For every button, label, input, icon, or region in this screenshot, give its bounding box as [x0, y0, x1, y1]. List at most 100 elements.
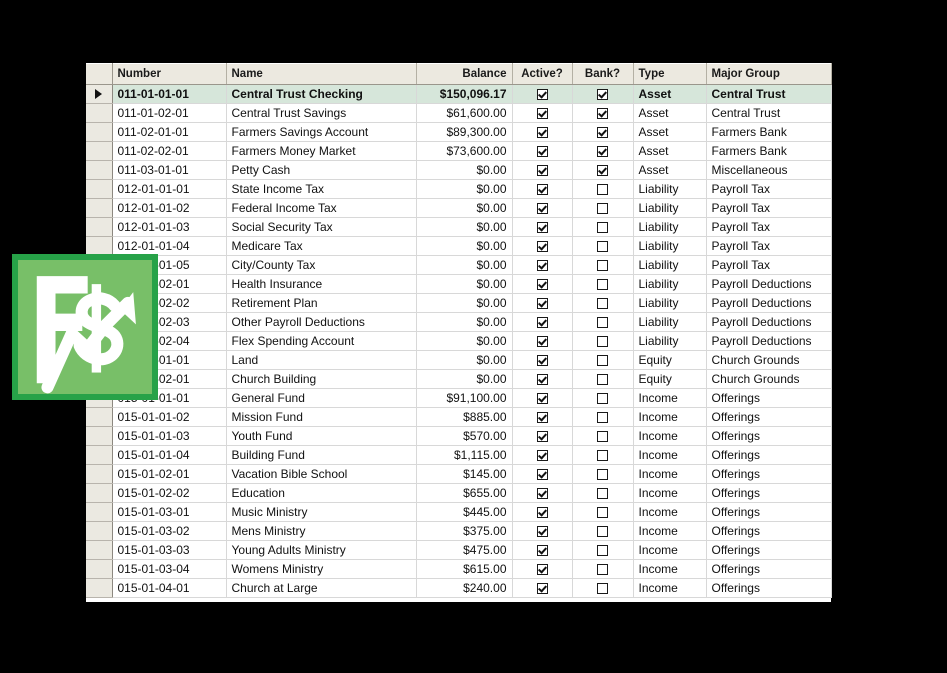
cell-name[interactable]: Federal Income Tax [226, 198, 417, 218]
cell-major-group[interactable]: Central Trust [706, 103, 832, 123]
cell-major-group[interactable]: Payroll Tax [706, 236, 832, 256]
cell-name[interactable]: Young Adults Ministry [226, 540, 417, 560]
cell-type[interactable]: Liability [633, 255, 707, 275]
table-row[interactable]: 015-01-03-02 Mens Ministry $375.00 Income Of… [86, 521, 832, 541]
table-row[interactable]: 015-01-03-01 Music Ministry $445.00 Income O… [86, 502, 832, 522]
cell-type[interactable]: Asset [633, 84, 707, 104]
cell-major-group[interactable]: Offerings [706, 426, 832, 446]
bank-cell[interactable] [572, 160, 634, 180]
cell-number[interactable]: 011-02-01-01 [112, 122, 227, 142]
active-cell[interactable] [512, 217, 573, 237]
bank-cell[interactable] [572, 103, 634, 123]
cell-balance[interactable]: $655.00 [416, 483, 513, 503]
bank-cell[interactable] [572, 141, 634, 161]
bank-checkbox[interactable] [597, 89, 608, 101]
cell-major-group[interactable]: Offerings [706, 559, 832, 579]
cell-number[interactable]: 011-01-01-01 [112, 84, 227, 104]
active-checkbox[interactable] [536, 241, 548, 253]
active-cell[interactable] [512, 293, 573, 313]
bank-cell[interactable] [572, 122, 634, 142]
active-checkbox[interactable] [536, 317, 548, 329]
bank-checkbox[interactable] [597, 564, 608, 576]
cell-type[interactable]: Asset [633, 122, 707, 142]
cell-number[interactable]: 011-01-02-01 [112, 103, 227, 123]
table-row[interactable]: 015-01-01-01General Fund$91,100.00Income… [86, 388, 832, 408]
active-checkbox[interactable] [536, 507, 548, 519]
active-cell[interactable] [512, 103, 573, 123]
active-checkbox[interactable] [536, 374, 548, 386]
bank-cell[interactable] [572, 198, 634, 218]
active-checkbox[interactable] [536, 450, 548, 462]
cell-type[interactable]: Equity [633, 369, 707, 389]
cell-balance[interactable]: $885.00 [416, 407, 513, 427]
cell-name[interactable]: Youth Fund [226, 426, 417, 446]
row-selector-cell[interactable] [86, 521, 113, 541]
cell-type[interactable]: Liability [633, 236, 707, 256]
row-selector-cell[interactable] [86, 502, 113, 522]
cell-major-group[interactable]: Offerings [706, 521, 832, 541]
column-header-name[interactable]: Name [226, 63, 417, 85]
active-cell[interactable] [512, 160, 573, 180]
cell-balance[interactable]: $615.00 [416, 559, 513, 579]
active-checkbox[interactable] [536, 336, 548, 348]
cell-number[interactable]: 015-01-03-04 [112, 559, 227, 579]
active-cell[interactable] [512, 141, 573, 161]
cell-balance[interactable]: $0.00 [416, 350, 513, 370]
cell-name[interactable]: Petty Cash [226, 160, 417, 180]
cell-name[interactable]: Land [226, 350, 417, 370]
column-header-selector[interactable] [86, 63, 113, 85]
cell-balance[interactable]: $445.00 [416, 502, 513, 522]
active-checkbox[interactable] [536, 583, 548, 595]
cell-type[interactable]: Income [633, 521, 707, 541]
row-selector-cell[interactable] [86, 426, 113, 446]
cell-name[interactable]: Other Payroll Deductions [226, 312, 417, 332]
row-selector-cell[interactable] [86, 236, 113, 256]
column-header-number[interactable]: Number [112, 63, 227, 85]
cell-major-group[interactable]: Farmers Bank [706, 141, 832, 161]
cell-major-group[interactable]: Offerings [706, 540, 832, 560]
row-selector-cell[interactable] [86, 578, 113, 598]
cell-type[interactable]: Income [633, 578, 707, 598]
cell-type[interactable]: Liability [633, 217, 707, 237]
cell-type[interactable]: Liability [633, 331, 707, 351]
bank-checkbox[interactable] [597, 488, 608, 500]
row-selector-cell[interactable] [86, 179, 113, 199]
table-row[interactable]: 015-01-02-01 Vacation Bible School $145.00… [86, 464, 832, 484]
active-checkbox[interactable] [536, 260, 548, 272]
cell-balance[interactable]: $0.00 [416, 160, 513, 180]
cell-major-group[interactable]: Payroll Tax [706, 217, 832, 237]
table-row[interactable]: 011-02-02-01 Farmers Money Market $73,600.… [86, 141, 832, 161]
bank-checkbox[interactable] [597, 526, 608, 538]
cell-balance[interactable]: $145.00 [416, 464, 513, 484]
bank-cell[interactable] [572, 445, 634, 465]
cell-major-group[interactable]: Offerings [706, 483, 832, 503]
cell-number[interactable]: 015-01-03-02 [112, 521, 227, 541]
bank-checkbox[interactable] [597, 222, 608, 234]
table-row[interactable]: 011-01-01-01 Central Trust Checking $150,0… [86, 84, 832, 104]
cell-balance[interactable]: $0.00 [416, 312, 513, 332]
cell-number[interactable]: 015-01-02-02 [112, 483, 227, 503]
bank-checkbox[interactable] [597, 127, 608, 139]
row-selector-cell[interactable] [86, 84, 113, 104]
active-checkbox[interactable] [536, 222, 548, 234]
active-cell[interactable] [512, 274, 573, 294]
bank-cell[interactable] [572, 578, 634, 598]
active-checkbox[interactable] [536, 298, 548, 310]
cell-balance[interactable]: $570.00 [416, 426, 513, 446]
active-cell[interactable] [512, 236, 573, 256]
row-selector-cell[interactable] [86, 464, 113, 484]
row-selector-cell[interactable] [86, 559, 113, 579]
cell-balance[interactable]: $91,100.00 [416, 388, 513, 408]
column-header-type[interactable]: Type [633, 63, 707, 85]
cell-name[interactable]: Vacation Bible School [226, 464, 417, 484]
cell-type[interactable]: Income [633, 559, 707, 579]
cell-number[interactable]: 011-02-02-01 [112, 141, 227, 161]
active-cell[interactable] [512, 445, 573, 465]
bank-cell[interactable] [572, 236, 634, 256]
cell-name[interactable]: General Fund [226, 388, 417, 408]
bank-checkbox[interactable] [597, 336, 608, 348]
cell-number[interactable]: 012-01-01-01 [112, 179, 227, 199]
active-checkbox[interactable] [536, 469, 548, 481]
cell-type[interactable]: Income [633, 426, 707, 446]
cell-major-group[interactable]: Payroll Tax [706, 198, 832, 218]
